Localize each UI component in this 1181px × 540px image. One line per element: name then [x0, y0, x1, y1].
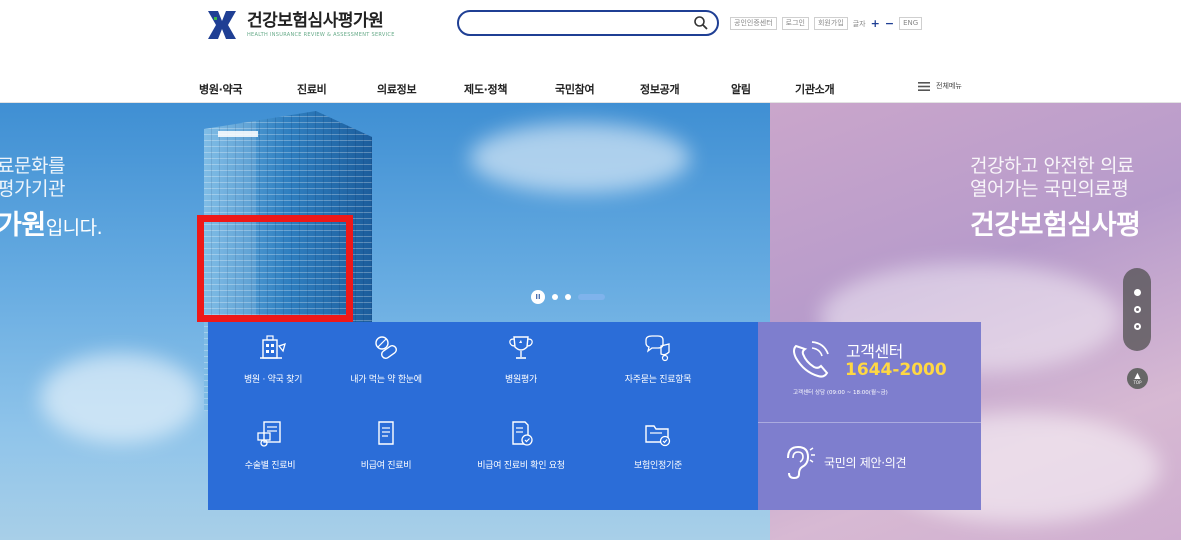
main-navigation: 병원·약국 진료비 의료정보 제도·정책 국민참여 정보공개 알림 기관소개: [0, 81, 1181, 97]
site-header: 건강보험심사평가원 HEALTH INSURANCE REVIEW & ASSE…: [0, 0, 1181, 103]
search-input[interactable]: [473, 15, 677, 33]
hero-text-right: 건강하고 안전한 의료 열어가는 국민의료평 건강보험심사평: [970, 155, 1141, 243]
customer-center-phone: 1644-2000: [845, 360, 947, 380]
quick-menu-item[interactable]: 수술별 진료비: [205, 420, 335, 506]
hira-logo-icon: [208, 11, 236, 39]
english-link[interactable]: ENG: [899, 17, 923, 30]
quick-menu-label: 내가 먹는 약 한눈에: [350, 375, 422, 385]
quick-menu-label: 비급여 진료비: [360, 461, 412, 471]
slide-dot[interactable]: [552, 294, 558, 300]
search-box: [457, 10, 719, 36]
hero-line-2: 열어가는 국민의료평: [970, 178, 1129, 200]
customer-center-link[interactable]: 고객센터 1644-2000 고객센터 상담 (09:00 ~ 18:00(월~…: [758, 322, 981, 422]
hero-headline-main: 가원: [0, 210, 46, 241]
quick-menu-item[interactable]: 자주묻는 진료항목: [593, 334, 723, 420]
nav-policy[interactable]: 제도·정책: [464, 81, 507, 97]
quick-menu-item[interactable]: 병원 · 약국 찾기: [208, 334, 338, 420]
phone-icon: [793, 341, 829, 378]
hamburger-icon: [918, 81, 930, 91]
nav-hospital-pharmacy[interactable]: 병원·약국: [199, 81, 242, 97]
nav-notice[interactable]: 알림: [731, 81, 751, 97]
quick-menu-label: 보험인정기준: [634, 461, 682, 471]
nav-about[interactable]: 기관소개: [795, 81, 835, 97]
nav-disclosure[interactable]: 정보공개: [640, 81, 680, 97]
hero-line-1: 건강하고 안전한 의료: [970, 155, 1134, 177]
quick-menu-label: 병원평가: [505, 375, 537, 385]
scroll-top-button[interactable]: ▲ TOP: [1127, 368, 1148, 389]
quick-menu-item[interactable]: 병원평가: [456, 334, 586, 420]
cloud-decoration: [40, 353, 200, 443]
section-pager: [1123, 268, 1151, 351]
quick-menu-label: 수술별 진료비: [244, 461, 296, 471]
slide-dot-active[interactable]: [578, 294, 605, 300]
arrow-up-icon: ▲: [1134, 371, 1141, 380]
login-link[interactable]: 로그인: [781, 17, 809, 30]
document-icon: [378, 421, 394, 445]
quick-menu-label: 자주묻는 진료항목: [624, 375, 692, 385]
all-menu-button[interactable]: 전체메뉴: [918, 81, 962, 91]
hero-headline-suffix: 입니다.: [45, 217, 103, 239]
faq-medical-icon: [645, 335, 670, 362]
search-icon[interactable]: [693, 15, 709, 31]
zoom-in-button[interactable]: +: [871, 18, 880, 29]
zoom-out-button[interactable]: −: [885, 18, 894, 29]
quick-menu-label: 비급여 진료비 확인 요청: [477, 461, 565, 471]
section-dot[interactable]: [1133, 323, 1141, 330]
logo-subtitle: HEALTH INSURANCE REVIEW & ASSESSMENT SER…: [247, 31, 395, 38]
pill-icon: [375, 336, 397, 359]
opinion-label: 국민의 제안·의견: [824, 456, 907, 470]
hero-line-2: 평가기관: [0, 178, 65, 200]
ear-opinion-icon: [787, 445, 815, 480]
hero-headline: 가원입니다.: [0, 209, 103, 245]
trophy-icon: [509, 336, 533, 359]
quick-menu-item[interactable]: 보험인정기준: [593, 420, 723, 506]
all-menu-label: 전체메뉴: [936, 82, 962, 90]
utility-menu: 공인인증센터 로그인 회원가입 글자 + − ENG: [730, 17, 923, 30]
quick-menu-item[interactable]: 비급여 진료비 확인 요청: [456, 420, 586, 506]
customer-center-hours: 고객센터 상담 (09:00 ~ 18:00(월~금): [793, 390, 888, 396]
opinion-link[interactable]: 국민의 제안·의견: [758, 423, 981, 510]
quick-menu-panel: 병원 · 약국 찾기 내가 먹는 약 한눈에 병원평가 자주묻는 진료항목 수술…: [208, 322, 758, 510]
nav-medical-fee[interactable]: 진료비: [297, 81, 327, 97]
quick-menu-label: 병원 · 약국 찾기: [243, 375, 303, 385]
slide-dot[interactable]: [565, 294, 571, 300]
customer-center-panel: 고객센터 1644-2000 고객센터 상담 (09:00 ~ 18:00(월~…: [758, 322, 981, 510]
quick-menu-item[interactable]: 내가 먹는 약 한눈에: [321, 334, 451, 420]
font-size-label: 글자: [852, 19, 866, 28]
main-banner: 료문화를 평가기관 가원입니다. 건강하고 안전한 의료 열어가는 국민의료평 …: [0, 103, 1181, 540]
section-dot[interactable]: [1133, 306, 1141, 313]
hospital-search-icon: [260, 335, 286, 359]
folder-check-icon: [645, 425, 671, 447]
cert-center-link[interactable]: 공인인증센터: [730, 17, 777, 30]
surgery-bill-icon: [257, 421, 281, 447]
pause-button[interactable]: II: [531, 290, 545, 304]
document-check-icon: [512, 421, 533, 446]
site-logo[interactable]: 건강보험심사평가원 HEALTH INSURANCE REVIEW & ASSE…: [205, 8, 395, 42]
customer-center-title: 고객센터: [846, 342, 903, 361]
quick-menu-item[interactable]: 비급여 진료비: [321, 420, 451, 506]
hero-text-left: 료문화를 평가기관 가원입니다.: [0, 155, 103, 245]
join-link[interactable]: 회원가입: [813, 17, 848, 30]
slider-controls: II: [531, 290, 605, 304]
logo-name: 건강보험심사평가원: [247, 10, 384, 31]
top-label: TOP: [1133, 380, 1142, 385]
nav-medical-info[interactable]: 의료정보: [377, 81, 417, 97]
hero-line-1: 료문화를: [0, 155, 65, 177]
section-dot-active[interactable]: [1133, 289, 1141, 296]
nav-participation[interactable]: 국민참여: [555, 81, 595, 97]
cloud-decoration: [470, 123, 690, 193]
hero-headline: 건강보험심사평: [970, 210, 1141, 241]
pause-icon: II: [535, 292, 541, 301]
